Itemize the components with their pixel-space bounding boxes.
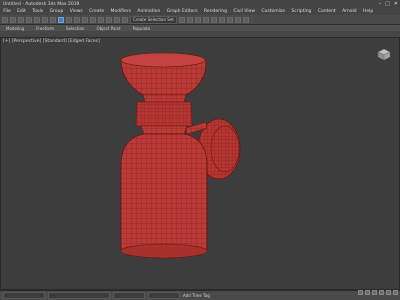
maximize-button[interactable]: □	[385, 1, 390, 7]
mirror-icon[interactable]	[178, 16, 185, 23]
tab-populate[interactable]: Populate	[127, 26, 156, 31]
status-bar: Add Time Tag	[0, 290, 400, 300]
viewport-navigation	[358, 290, 398, 295]
menu-create[interactable]: Create	[86, 9, 107, 14]
minimize-button[interactable]: –	[379, 1, 382, 7]
menu-scripting[interactable]: Scripting	[288, 9, 314, 14]
tab-modeling[interactable]: Modeling	[0, 26, 30, 31]
window-title: Untitled - Autodesk 3ds Max 2019	[3, 1, 80, 7]
select-object-icon[interactable]	[42, 16, 48, 23]
select-scale-icon[interactable]	[74, 16, 80, 23]
title-bar: Untitled - Autodesk 3ds Max 2019 – □ ✕	[0, 0, 400, 8]
close-button[interactable]: ✕	[394, 1, 398, 7]
menu-customize[interactable]: Customize	[258, 9, 288, 14]
select-move-icon[interactable]	[58, 16, 64, 23]
lamp-mesh[interactable]	[1, 38, 400, 290]
schematic-view-icon[interactable]	[210, 16, 217, 23]
pivot-center-icon[interactable]	[90, 16, 96, 23]
percent-snap-icon[interactable]	[114, 16, 120, 23]
lamp-body	[120, 133, 208, 256]
unlink-icon[interactable]	[26, 16, 32, 23]
neck-collar	[135, 101, 193, 127]
main-toolbar: Create Selection Set	[0, 15, 400, 25]
menu-rendering[interactable]: Rendering	[201, 9, 230, 14]
layer-explorer-icon[interactable]	[194, 16, 201, 23]
menu-tools[interactable]: Tools	[29, 9, 46, 14]
spinner-snap-icon[interactable]	[122, 16, 128, 23]
reference-coordinate-icon[interactable]	[82, 16, 88, 23]
menu-modifiers[interactable]: Modifiers	[107, 9, 134, 14]
neck-upper	[142, 94, 187, 103]
orbit-icon[interactable]	[386, 290, 391, 295]
menu-animation[interactable]: Animation	[134, 9, 163, 14]
material-editor-icon[interactable]	[218, 16, 225, 23]
pan-icon[interactable]	[379, 290, 384, 295]
menu-arnold[interactable]: Arnold	[339, 9, 360, 14]
menu-civil-view[interactable]: Civil View	[230, 9, 258, 14]
menu-group[interactable]: Group	[46, 9, 66, 14]
maxscript-listener[interactable]	[3, 292, 45, 299]
bind-space-warp-icon[interactable]	[34, 16, 40, 23]
curve-editor-icon[interactable]	[202, 16, 209, 23]
render-frame-icon[interactable]	[234, 16, 241, 23]
link-icon[interactable]	[18, 16, 24, 23]
menu-views[interactable]: Views	[67, 9, 86, 14]
menu-edit[interactable]: Edit	[14, 9, 29, 14]
zoom-all-icon[interactable]	[365, 290, 370, 295]
menu-help[interactable]: Help	[360, 9, 377, 14]
angle-snap-icon[interactable]	[106, 16, 112, 23]
menu-graph-editors[interactable]: Graph Editors	[164, 9, 201, 14]
select-by-name-icon[interactable]	[50, 16, 56, 23]
zoom-icon[interactable]	[358, 290, 363, 295]
selection-set-dropdown[interactable]: Create Selection Set	[130, 15, 177, 24]
redo-icon[interactable]	[10, 16, 16, 23]
window-controls: – □ ✕	[379, 1, 398, 7]
render-setup-icon[interactable]	[226, 16, 233, 23]
menu-bar: File Edit Tools Group Views Create Modif…	[0, 8, 400, 15]
render-icon[interactable]	[242, 16, 249, 23]
coordinate-x[interactable]	[113, 292, 145, 299]
lamp-body-bottom	[120, 243, 208, 259]
tab-selection[interactable]: Selection	[60, 26, 90, 31]
maximize-viewport-icon[interactable]	[393, 290, 398, 295]
perspective-viewport[interactable]: [+] [Perspective] [Standard] [Edged Face…	[0, 37, 400, 290]
zoom-extents-icon[interactable]	[372, 290, 377, 295]
menu-content[interactable]: Content	[315, 9, 339, 14]
time-tag[interactable]: Add Time Tag	[183, 293, 210, 298]
undo-icon[interactable]	[2, 16, 8, 23]
menu-file[interactable]: File	[0, 9, 14, 14]
select-rotate-icon[interactable]	[66, 16, 72, 23]
tab-freeform[interactable]: Freeform	[30, 26, 60, 31]
tab-object-paint[interactable]: Object Paint	[90, 26, 126, 31]
neck-lower	[140, 125, 188, 135]
coordinate-y[interactable]	[148, 292, 180, 299]
snaps-toggle-icon[interactable]	[98, 16, 104, 23]
align-icon[interactable]	[186, 16, 193, 23]
top-shade-rim	[120, 52, 206, 68]
prompt-line	[48, 292, 110, 299]
